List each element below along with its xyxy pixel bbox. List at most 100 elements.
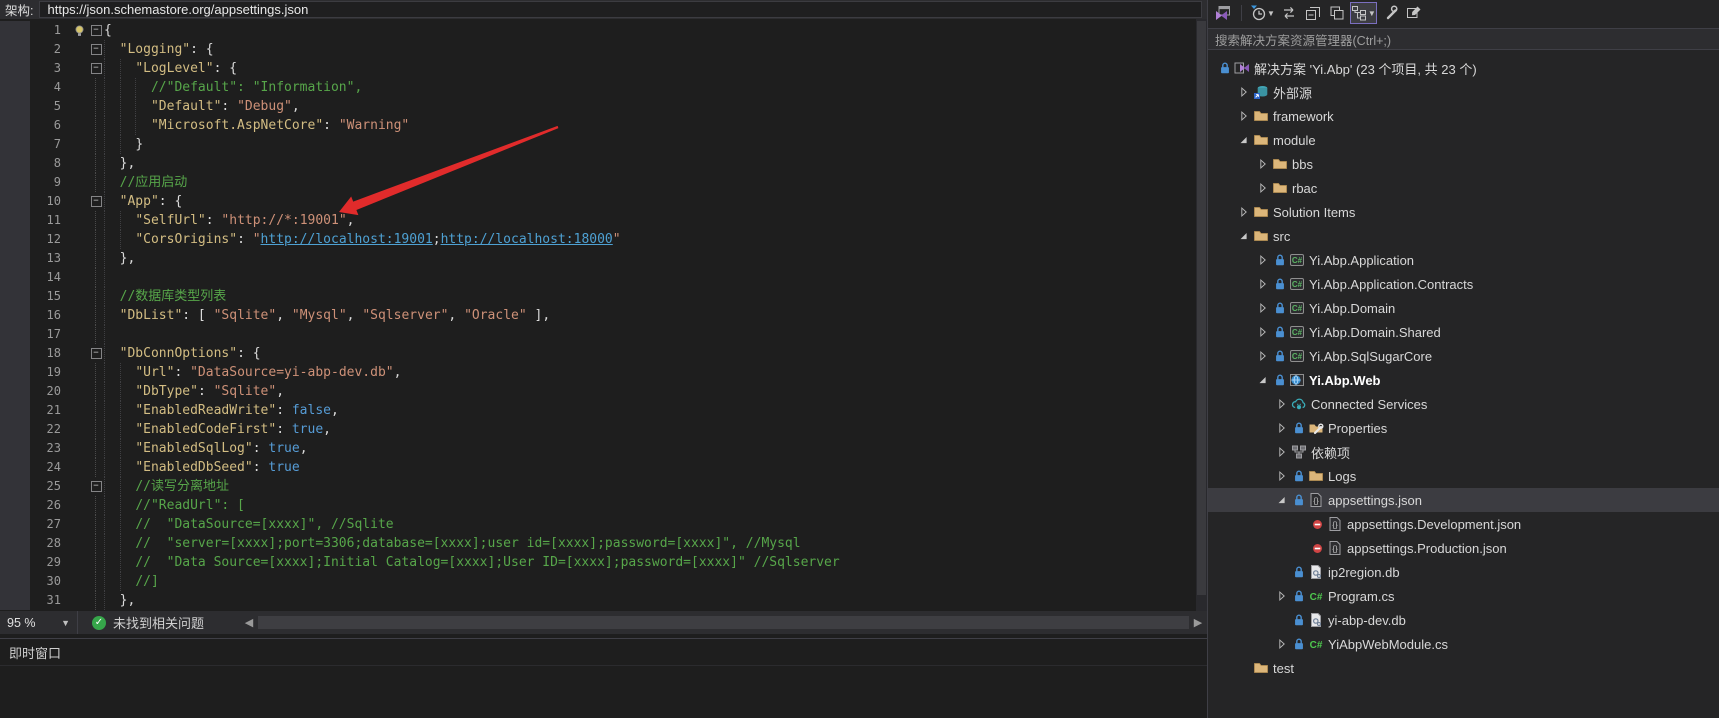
horizontal-scrollbar[interactable]: ◀ ▶	[240, 611, 1207, 634]
tree-item-yi.abp.application[interactable]: C#Yi.Abp.Application	[1208, 248, 1719, 272]
code-line[interactable]: 8},	[0, 154, 1196, 173]
breakpoint-margin[interactable]	[0, 420, 30, 439]
collapsed-expander-icon[interactable]	[1273, 396, 1290, 412]
code-line[interactable]: 20"DbType": "Sqlite",	[0, 382, 1196, 401]
tree-item-yi.abp.application.contracts[interactable]: C#Yi.Abp.Application.Contracts	[1208, 272, 1719, 296]
tree-item-yi.abp.domain.shared[interactable]: C#Yi.Abp.Domain.Shared	[1208, 320, 1719, 344]
code-line[interactable]: 30//]	[0, 572, 1196, 591]
breakpoint-margin[interactable]	[0, 458, 30, 477]
tree-item-src[interactable]: src	[1208, 224, 1719, 248]
scrollbar-thumb[interactable]	[258, 616, 1189, 629]
expanded-expander-icon[interactable]	[1235, 132, 1252, 148]
pending-changes-filter-icon[interactable]: ▼	[1249, 2, 1276, 24]
breakpoint-margin[interactable]	[0, 59, 30, 78]
switch-views-icon[interactable]	[1212, 2, 1234, 24]
code-line[interactable]: 12"CorsOrigins": "http://localhost:19001…	[0, 230, 1196, 249]
tree-item-solution-items[interactable]: Solution Items	[1208, 200, 1719, 224]
code-line[interactable]: 11"SelfUrl": "http://*:19001",	[0, 211, 1196, 230]
collapsed-expander-icon[interactable]	[1273, 420, 1290, 436]
code-line[interactable]: 27// "DataSource=[xxxx]", //Sqlite	[0, 515, 1196, 534]
collapsed-expander-icon[interactable]	[1254, 156, 1271, 172]
immediate-window-title[interactable]: 即时窗口	[0, 639, 1207, 666]
code-line[interactable]: 17	[0, 325, 1196, 344]
zoom-level-dropdown[interactable]: 95 % ▼	[0, 611, 78, 634]
code-line[interactable]: 28// "server=[xxxx];port=3306;database=[…	[0, 534, 1196, 553]
show-all-files-icon[interactable]	[1326, 2, 1348, 24]
tree-item-appsettings.production.json[interactable]: {}appsettings.Production.json	[1208, 536, 1719, 560]
sync-with-active-document-icon[interactable]	[1278, 2, 1300, 24]
breakpoint-margin[interactable]	[0, 401, 30, 420]
code-line[interactable]: 14	[0, 268, 1196, 287]
code-line[interactable]: 1−{	[0, 21, 1196, 40]
expanded-expander-icon[interactable]	[1235, 228, 1252, 244]
breakpoint-margin[interactable]	[0, 192, 30, 211]
code-line[interactable]: 6"Microsoft.AspNetCore": "Warning"	[0, 116, 1196, 135]
tree-item-yi.abp.sqlsugarcore[interactable]: C#Yi.Abp.SqlSugarCore	[1208, 344, 1719, 368]
tree-item-ip2region.db[interactable]: ip2region.db	[1208, 560, 1719, 584]
collapsed-expander-icon[interactable]	[1254, 300, 1271, 316]
breakpoint-margin[interactable]	[0, 591, 30, 610]
tree-item-logs[interactable]: Logs	[1208, 464, 1719, 488]
code-line[interactable]: 15//数据库类型列表	[0, 287, 1196, 306]
tree-item-node[interactable]: 依赖项	[1208, 440, 1719, 464]
chevron-down-icon[interactable]: ▼	[1267, 9, 1275, 18]
collapsed-expander-icon[interactable]	[1254, 252, 1271, 268]
immediate-window-body[interactable]	[0, 666, 1207, 715]
collapsed-expander-icon[interactable]	[1254, 324, 1271, 340]
code-line[interactable]: 29// "Data Source=[xxxx];Initial Catalog…	[0, 553, 1196, 572]
code-line[interactable]: 5"Default": "Debug",	[0, 97, 1196, 116]
tree-item-test[interactable]: test	[1208, 656, 1719, 680]
code-line[interactable]: 7}	[0, 135, 1196, 154]
schema-url-combobox[interactable]: https://json.schemastore.org/appsettings…	[39, 1, 1202, 18]
breakpoint-margin[interactable]	[0, 572, 30, 591]
properties-icon[interactable]	[1379, 2, 1401, 24]
tree-item-connected-services[interactable]: Connected Services	[1208, 392, 1719, 416]
code-line[interactable]: 2−"Logging": {	[0, 40, 1196, 59]
code-line[interactable]: 16"DbList": [ "Sqlite", "Mysql", "Sqlser…	[0, 306, 1196, 325]
collapsed-expander-icon[interactable]	[1273, 636, 1290, 652]
fold-collapse-icon[interactable]: −	[88, 192, 104, 211]
breakpoint-margin[interactable]	[0, 116, 30, 135]
tree-item-node[interactable]: 外部源	[1208, 80, 1719, 104]
breakpoint-margin[interactable]	[0, 230, 30, 249]
tree-item-yi-abp-dev.db[interactable]: yi-abp-dev.db	[1208, 608, 1719, 632]
breakpoint-margin[interactable]	[0, 249, 30, 268]
code-line[interactable]: 23"EnabledSqlLog": true,	[0, 439, 1196, 458]
breakpoint-margin[interactable]	[0, 553, 30, 572]
breakpoint-margin[interactable]	[0, 534, 30, 553]
code-line[interactable]: 21"EnabledReadWrite": false,	[0, 401, 1196, 420]
code-line[interactable]: 13},	[0, 249, 1196, 268]
expanded-expander-icon[interactable]	[1254, 372, 1271, 388]
code-line[interactable]: 24"EnabledDbSeed": true	[0, 458, 1196, 477]
breakpoint-margin[interactable]	[0, 173, 30, 192]
code-area[interactable]: 1−{2−"Logging": {3−"LogLevel": {4//"Defa…	[0, 19, 1196, 611]
collapsed-expander-icon[interactable]	[1273, 588, 1290, 604]
collapsed-expander-icon[interactable]	[1254, 180, 1271, 196]
collapsed-expander-icon[interactable]	[1273, 468, 1290, 484]
tree-item-module[interactable]: module	[1208, 128, 1719, 152]
code-editor[interactable]: 1−{2−"Logging": {3−"LogLevel": {4//"Defa…	[0, 19, 1207, 611]
code-line[interactable]: 18−"DbConnOptions": {	[0, 344, 1196, 363]
chevron-down-icon[interactable]: ▼	[1368, 9, 1376, 18]
code-line[interactable]: 26//"ReadUrl": [	[0, 496, 1196, 515]
collapsed-expander-icon[interactable]	[1254, 276, 1271, 292]
breakpoint-margin[interactable]	[0, 477, 30, 496]
code-line[interactable]: 10−"App": {	[0, 192, 1196, 211]
collapsed-expander-icon[interactable]	[1235, 204, 1252, 220]
breakpoint-margin[interactable]	[0, 40, 30, 59]
code-line[interactable]: 19"Url": "DataSource=yi-abp-dev.db",	[0, 363, 1196, 382]
breakpoint-margin[interactable]	[0, 135, 30, 154]
fold-collapse-icon[interactable]: −	[88, 477, 104, 496]
tree-item-framework[interactable]: framework	[1208, 104, 1719, 128]
fold-collapse-icon[interactable]: −	[88, 59, 104, 78]
scroll-right-icon[interactable]: ▶	[1189, 616, 1207, 629]
document-health-indicator[interactable]: ✓ 未找到相关问题	[92, 613, 204, 632]
tree-item-properties[interactable]: Properties	[1208, 416, 1719, 440]
breakpoint-margin[interactable]	[0, 21, 30, 40]
collapsed-expander-icon[interactable]	[1273, 444, 1290, 460]
collapsed-expander-icon[interactable]	[1235, 84, 1252, 100]
tree-item-appsettings.json[interactable]: {}appsettings.json	[1208, 488, 1719, 512]
lightbulb-icon[interactable]	[70, 21, 88, 40]
code-line[interactable]: 25−//读写分离地址	[0, 477, 1196, 496]
code-line[interactable]: 3−"LogLevel": {	[0, 59, 1196, 78]
